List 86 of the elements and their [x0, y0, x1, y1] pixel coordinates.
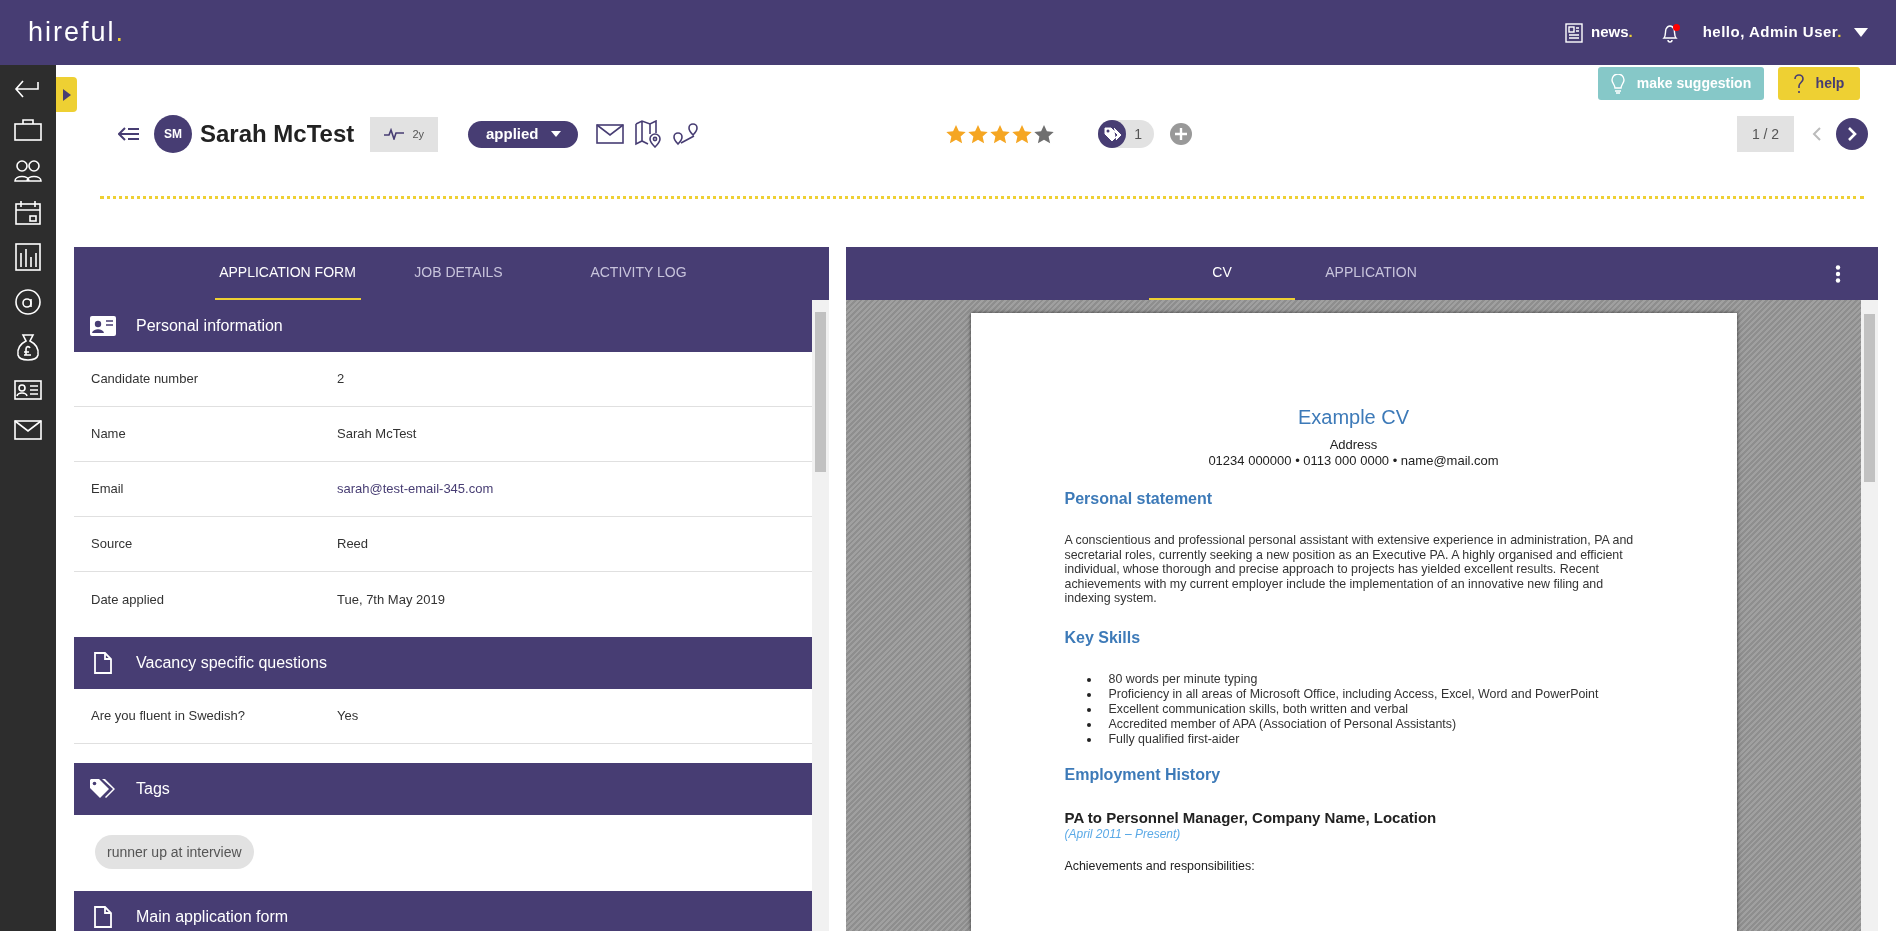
cv-heading: Key Skills: [1064, 627, 1142, 648]
section-title: Main application form: [136, 907, 289, 927]
field-label: Name: [91, 425, 127, 444]
scrollbar[interactable]: [812, 300, 829, 931]
cv-job-title: PA to Personnel Manager, Company Name, Location: [1064, 808, 1438, 827]
document-icon: [94, 906, 112, 928]
bar-chart-icon[interactable]: [13, 243, 43, 271]
bullet-icon: [1086, 677, 1091, 682]
play-icon: [62, 88, 71, 101]
avatar: SM: [154, 115, 192, 153]
cv-paragraph: A conscientious and professional personal assistant with extensive experience in administration, PA and secretarial roles, currently seeking a new position as an Executive PA. A highly organised and efficient individual, whose thorough and precise approach to projects has yielded excellent results. Recent achievements with my current employer include the implementation of an innovative new filing and indexing system.: [1064, 533, 1635, 606]
scrollbar[interactable]: [1861, 300, 1878, 931]
help-button[interactable]: help: [1778, 67, 1860, 100]
tags-icon: [90, 779, 116, 799]
panel-toggle[interactable]: [56, 77, 77, 112]
cv-text: Achievements and responsibilities:: [1064, 858, 1256, 873]
field-label: Date applied: [91, 590, 165, 609]
field-label: Candidate number: [91, 370, 199, 389]
cv-heading: Personal statement: [1064, 489, 1214, 509]
field-label: Email: [91, 480, 125, 499]
field-label: Source: [91, 535, 134, 554]
id-card-icon: [90, 316, 116, 336]
section-title: Tags: [136, 779, 170, 799]
lightbulb-icon: [1610, 73, 1625, 94]
tag-chip[interactable]: runner up at interview: [95, 835, 254, 869]
star-icon[interactable]: [1012, 124, 1033, 144]
bell-icon: [1660, 22, 1679, 43]
notifications[interactable]: [1660, 22, 1679, 43]
tab[interactable]: ACTIVITY LOG: [556, 247, 721, 300]
page-counter: 1 / 2: [1737, 116, 1794, 152]
at-sign-icon[interactable]: [13, 288, 43, 316]
mail-icon[interactable]: [596, 124, 625, 144]
collapse-icon[interactable]: [118, 126, 140, 142]
field-value: Tue, 7th May 2019: [337, 590, 445, 609]
field-value: Reed: [337, 535, 369, 554]
cv-contact: 01234 000000 • 0113 000 0000 • name@mail.com: [1207, 453, 1500, 469]
bullet-icon: [1086, 722, 1091, 727]
cv-list-item: 80 words per minute typing: [1108, 671, 1258, 687]
add-icon[interactable]: [1170, 123, 1193, 145]
field-value: Sarah McTest: [337, 425, 417, 444]
caret-icon: [1854, 28, 1868, 37]
bullet-icon: [1086, 707, 1091, 712]
newspaper-icon: [1565, 22, 1583, 43]
tag-counter[interactable]: 1: [1098, 120, 1155, 148]
tab[interactable]: JOB DETAILS: [376, 247, 541, 300]
news-link[interactable]: news.: [1591, 21, 1633, 44]
caret-icon: [550, 131, 561, 137]
people-icon[interactable]: [13, 159, 43, 183]
section-title: Personal information: [136, 316, 283, 336]
tab[interactable]: APPLICATION: [1298, 247, 1444, 300]
section-title: Vacancy specific questions: [136, 653, 327, 673]
cv-title: Example CV: [1296, 405, 1411, 429]
map-pin-icon[interactable]: [634, 120, 663, 148]
cv-heading: Employment History: [1064, 764, 1222, 785]
star-icon[interactable]: [990, 124, 1011, 144]
id-card-icon[interactable]: [13, 378, 43, 402]
star-rating[interactable]: [946, 124, 1055, 144]
candidate-name: Sarah McTest: [200, 119, 355, 149]
pulse-icon: [384, 128, 405, 140]
email-link[interactable]: sarah@test-email-345.com: [337, 479, 494, 499]
cv-list-item: Proficiency in all areas of Microsoft Office, including Access, Excel, Word and PowerPoint: [1108, 686, 1599, 702]
briefcase-icon[interactable]: [13, 118, 43, 142]
cv-list-item: Excellent communication skills, both written and verbal: [1108, 701, 1409, 717]
route-icon[interactable]: [672, 122, 701, 146]
more-icon[interactable]: [1835, 265, 1841, 283]
tags-icon: [1098, 120, 1127, 148]
cv-list-item: Accredited member of APA (Association of Personal Assistants): [1108, 716, 1457, 732]
field-label: Are you fluent in Swedish?: [91, 707, 246, 726]
user-menu[interactable]: hello, Admin User.: [1702, 21, 1842, 44]
bullet-icon: [1086, 692, 1091, 697]
logo[interactable]: hireful.: [28, 12, 126, 53]
bullet-icon: [1086, 737, 1091, 742]
star-icon[interactable]: [1034, 124, 1055, 144]
cv-address: Address: [1328, 437, 1379, 453]
document-icon: [94, 652, 112, 674]
calendar-icon[interactable]: [13, 200, 43, 226]
status-dropdown[interactable]: applied: [468, 120, 579, 148]
star-icon[interactable]: [968, 124, 989, 144]
question-icon: [1793, 73, 1804, 94]
cv-list-item: Fully qualified first-aider: [1108, 731, 1240, 747]
next-icon[interactable]: [1836, 118, 1868, 150]
cv-job-dates: (April 2011 – Present): [1064, 826, 1182, 841]
activity-chip[interactable]: 2y: [370, 116, 439, 152]
star-icon[interactable]: [946, 124, 967, 144]
field-value: Yes: [337, 707, 359, 726]
field-value: 2: [337, 370, 345, 389]
